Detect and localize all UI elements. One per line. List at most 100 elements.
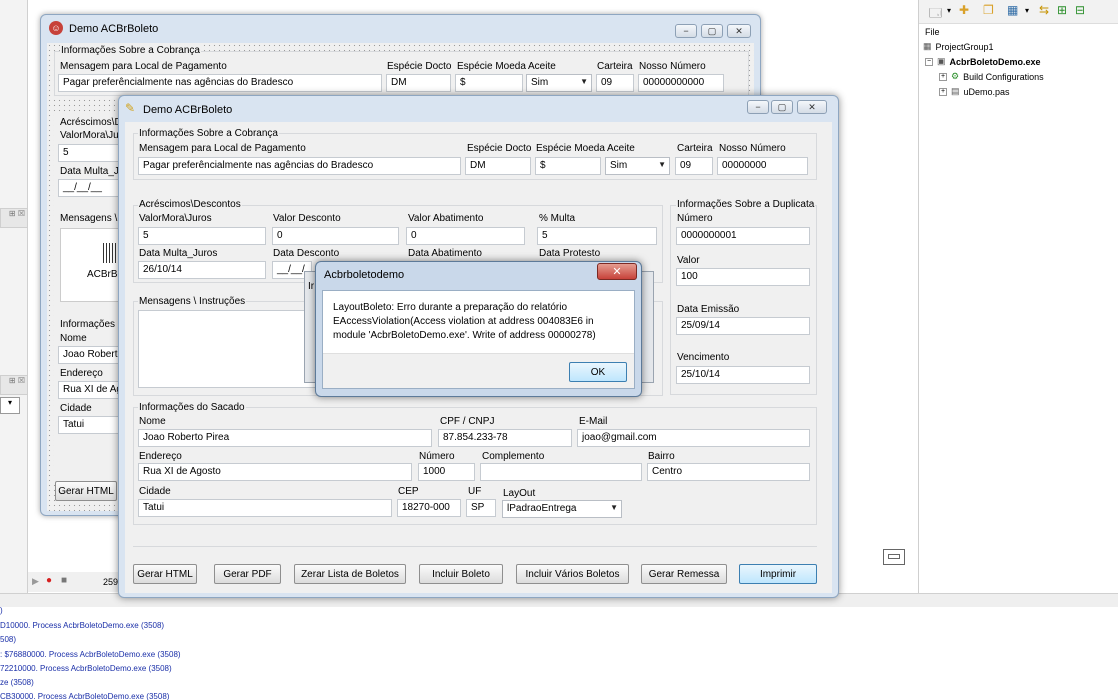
- front-cep-field[interactable]: 18270-000: [397, 499, 461, 517]
- chevron-down-icon[interactable]: ▾: [947, 6, 951, 15]
- front-valor-desconto-field[interactable]: 0: [272, 227, 399, 245]
- app-icon: ☺: [49, 21, 63, 35]
- front-cpf-field[interactable]: 87.854.233-78: [438, 429, 572, 447]
- front-layout-select[interactable]: lPadraoEntrega ▼: [502, 500, 622, 518]
- back-endereco-field[interactable]: Rua XI de Ago: [58, 381, 122, 399]
- front-especie-docto-field[interactable]: DM: [465, 157, 531, 175]
- minimize-button[interactable]: −: [675, 24, 697, 38]
- ide-left-strip: [0, 0, 28, 593]
- back-nosso-numero-field[interactable]: 00000000000: [638, 74, 724, 92]
- front-numero-end-field[interactable]: 1000: [418, 463, 475, 481]
- open-folder-icon[interactable]: ❐: [983, 3, 994, 17]
- expand-icon[interactable]: ⊞: [1057, 3, 1067, 17]
- collapse-icon[interactable]: −: [925, 57, 933, 66]
- front-email-field[interactable]: joao@gmail.com: [577, 429, 810, 447]
- front-valor-mora-field[interactable]: 5: [138, 227, 266, 245]
- expand-icon[interactable]: +: [939, 87, 947, 96]
- incluir-varios-button[interactable]: Incluir Vários Boletos: [516, 564, 629, 584]
- front-data-emissao-field[interactable]: 25/09/14: [676, 317, 810, 335]
- front-data-multa-field[interactable]: 26/10/14: [138, 261, 266, 279]
- front-uf-field[interactable]: SP: [466, 499, 496, 517]
- chevron-down-icon[interactable]: ▾: [1025, 6, 1029, 15]
- front-multa-label: % Multa: [539, 213, 576, 224]
- activate-icon[interactable]: 🗔: [929, 4, 942, 25]
- ide-left-tab2[interactable]: ⊞ ☒: [0, 375, 28, 395]
- back-logo-box: ACBrBo: [60, 228, 123, 302]
- back-valor-mora-field[interactable]: 5: [58, 144, 122, 162]
- front-vencimento-field[interactable]: 25/10/14: [676, 366, 810, 384]
- front-layout-label: LayOut: [503, 488, 536, 499]
- minimize-button[interactable]: −: [747, 100, 769, 114]
- back-valor-mora-label: ValorMora\Jur: [60, 130, 123, 141]
- small-window-icon[interactable]: [883, 549, 905, 565]
- ok-button[interactable]: OK: [569, 362, 627, 382]
- front-valor-field[interactable]: 100: [676, 268, 810, 286]
- view-icon[interactable]: ▦: [1007, 3, 1018, 17]
- panel-label: File: [925, 27, 940, 37]
- tree-unit[interactable]: + ▤ uDemo.pas: [939, 86, 1010, 97]
- collapse-icon[interactable]: ⊟: [1075, 3, 1085, 17]
- dialog-title: Acbrboletodemo: [324, 269, 405, 281]
- run-icon[interactable]: ▶: [32, 576, 39, 587]
- front-data-abatimento-label: Data Abatimento: [408, 248, 482, 259]
- front-cep-label: CEP: [398, 486, 419, 497]
- stop-icon[interactable]: ■: [61, 575, 67, 586]
- expand-icon[interactable]: +: [939, 72, 947, 81]
- back-aceite-select[interactable]: Sim ▼: [526, 74, 592, 92]
- back-acrescimos-label: Acréscimos\D: [60, 117, 122, 128]
- back-especie-moeda-label: Espécie Moeda: [457, 61, 526, 72]
- front-multa-field[interactable]: 5: [537, 227, 657, 245]
- back-window-titlebar: ☺ Demo ACBrBoleto − ▢ ✕: [41, 15, 760, 43]
- maximize-button[interactable]: ▢: [771, 100, 793, 114]
- back-carteira-label: Carteira: [597, 61, 633, 72]
- front-mensagens-memo[interactable]: [138, 310, 318, 388]
- front-valor-abatimento-label: Valor Abatimento: [408, 213, 484, 224]
- tree-project-group[interactable]: ▦ ProjectGroup1: [923, 41, 994, 52]
- back-especie-moeda-field[interactable]: $: [455, 74, 523, 92]
- imprimir-button[interactable]: Imprimir: [739, 564, 817, 584]
- front-bairro-field[interactable]: Centro: [647, 463, 810, 481]
- close-button[interactable]: ✕: [727, 24, 751, 38]
- close-button[interactable]: ✕: [797, 100, 827, 114]
- gerar-pdf-button[interactable]: Gerar PDF: [214, 564, 281, 584]
- front-numero-field[interactable]: 0000000001: [676, 227, 810, 245]
- tree-project[interactable]: − ▣ AcbrBoletoDemo.exe: [925, 56, 1041, 67]
- status-number: 259: [103, 577, 119, 587]
- incluir-boleto-button[interactable]: Incluir Boleto: [419, 564, 503, 584]
- back-carteira-field[interactable]: 09: [596, 74, 634, 92]
- back-especie-docto-field[interactable]: DM: [386, 74, 451, 92]
- back-cidade-field[interactable]: Tatui: [58, 416, 122, 434]
- add-folder-icon[interactable]: ✚: [959, 3, 969, 17]
- tree-build-config[interactable]: + ⚙ Build Configurations: [939, 71, 1044, 82]
- front-mensagem-field[interactable]: Pagar preferêncialmente nas agências do …: [138, 157, 461, 175]
- tree-label: AcbrBoletoDemo.exe: [949, 56, 1041, 67]
- front-aceite-select[interactable]: Sim ▼: [605, 157, 670, 175]
- back-nome-field[interactable]: Joao Roberto: [58, 346, 122, 364]
- maximize-button[interactable]: ▢: [701, 24, 723, 38]
- record-icon[interactable]: ●: [46, 575, 52, 586]
- dialog-close-button[interactable]: ✕: [597, 263, 637, 280]
- front-nosso-numero-field[interactable]: 00000000: [717, 157, 808, 175]
- back-gerar-html-button[interactable]: Gerar HTML: [55, 481, 117, 501]
- front-endereco-label: Endereço: [139, 451, 182, 462]
- ide-left-tab1[interactable]: ⊞ ☒: [0, 208, 28, 228]
- front-data-protesto-label: Data Protesto: [539, 248, 601, 259]
- front-complemento-field[interactable]: [480, 463, 642, 481]
- front-valor-abatimento-field[interactable]: 0: [406, 227, 525, 245]
- front-especie-moeda-field[interactable]: $: [535, 157, 601, 175]
- front-carteira-field[interactable]: 09: [675, 157, 713, 175]
- obscured-fragment-text: Ir: [308, 281, 315, 292]
- sync-icon[interactable]: ⇆: [1039, 3, 1049, 17]
- ide-left-dropdown[interactable]: ▾: [0, 397, 20, 414]
- log-line: ze (3508): [0, 678, 34, 687]
- gerar-html-button[interactable]: Gerar HTML: [133, 564, 197, 584]
- front-especie-moeda-label: Espécie Moeda: [536, 143, 605, 154]
- front-nome-field[interactable]: Joao Roberto Pirea: [138, 429, 432, 447]
- zerar-lista-button[interactable]: Zerar Lista de Boletos: [294, 564, 406, 584]
- back-data-multa-field[interactable]: __/__/__: [58, 179, 122, 197]
- front-endereco-field[interactable]: Rua XI de Agosto: [138, 463, 412, 481]
- front-cidade-field[interactable]: Tatui: [138, 499, 392, 517]
- back-mensagem-field[interactable]: Pagar preferêncialmente nas agências do …: [58, 74, 382, 92]
- group-icon: ▦: [923, 41, 932, 51]
- gerar-remessa-button[interactable]: Gerar Remessa: [641, 564, 727, 584]
